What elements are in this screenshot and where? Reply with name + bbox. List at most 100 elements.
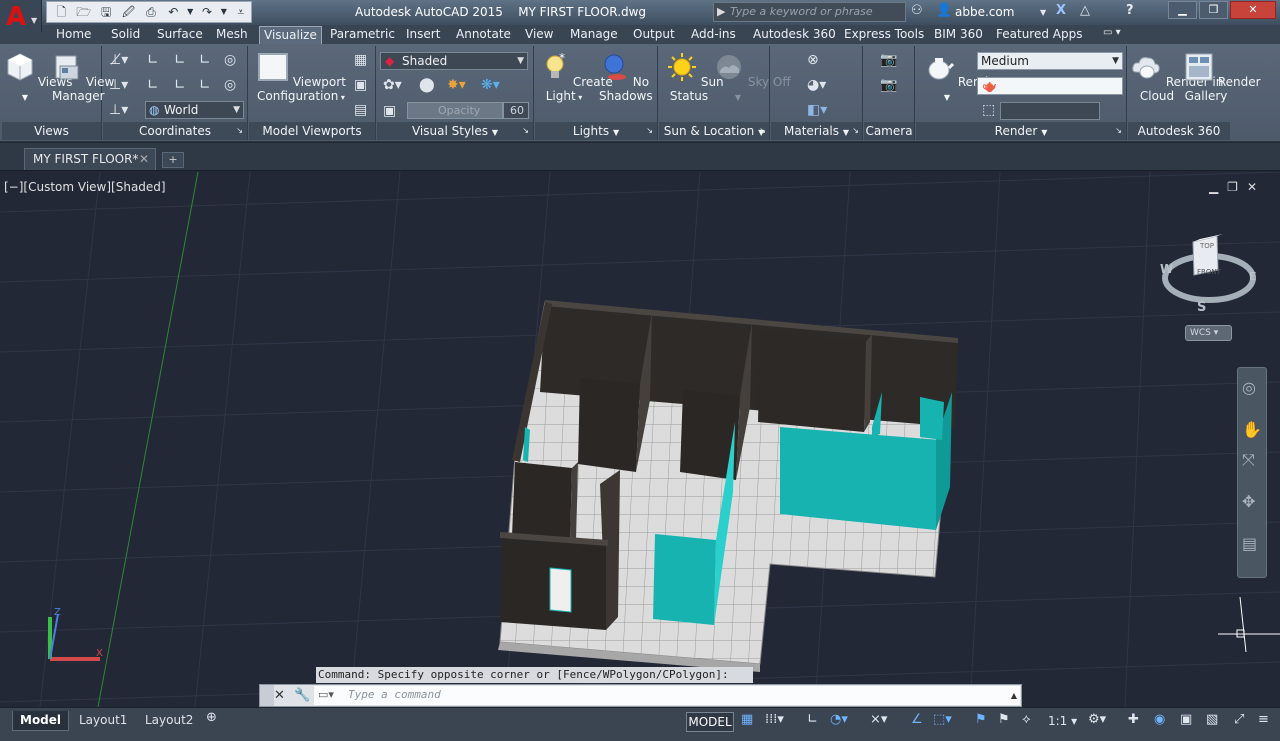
binoculars-icon[interactable]: ⚇	[911, 3, 923, 18]
document-tab[interactable]: MY FIRST FLOOR* ✕	[24, 148, 156, 170]
render-button[interactable]: Render▼	[924, 54, 1001, 105]
annotation-scale[interactable]: 1:1 ▾	[1048, 714, 1077, 728]
compass-south[interactable]: S	[1197, 300, 1206, 315]
tab-visualize[interactable]: Visualize	[259, 26, 322, 44]
view-manager-button[interactable]: View Manager	[52, 52, 114, 103]
tab-surface[interactable]: Surface	[157, 27, 203, 41]
user-icon[interactable]: 👤	[936, 3, 952, 18]
model-canvas[interactable]: X Z	[0, 172, 1280, 707]
camera-display-icon[interactable]: 📷	[880, 77, 897, 93]
steering-wheel-icon[interactable]: ◎	[1242, 378, 1256, 397]
compass-west[interactable]: W	[1160, 262, 1173, 276]
isodraft-icon[interactable]: ⨯▾	[870, 712, 887, 727]
application-menu-button[interactable]: A ▼	[0, 0, 42, 32]
user-name[interactable]: abbe.com	[955, 5, 1014, 19]
new-tab-icon[interactable]: +	[162, 152, 184, 168]
tab-output[interactable]: Output	[633, 27, 675, 41]
create-camera-icon[interactable]: 📷	[880, 52, 897, 68]
viewcube-front-label[interactable]: FRONT	[1197, 268, 1221, 276]
opacity-icon[interactable]: ▣	[383, 103, 396, 119]
settings-icon[interactable]: ⚙▾	[1088, 712, 1106, 727]
render-region-icon[interactable]: ⬚	[982, 102, 995, 118]
customize-qat-icon[interactable]: ⩡	[231, 3, 251, 21]
snap-icon[interactable]: ⁞⁞⁞▾	[765, 712, 784, 727]
orbit-icon[interactable]: ✥	[1242, 492, 1255, 511]
hardware-accel-icon[interactable]: ▣	[1180, 712, 1192, 727]
tab-express-tools[interactable]: Express Tools	[844, 27, 924, 41]
fullscreen-icon[interactable]: ⤢	[1234, 712, 1244, 727]
command-input[interactable]: ▭▾ Type a command	[314, 686, 1020, 705]
redo-icon[interactable]: ↷	[197, 3, 217, 21]
isolate-icon[interactable]: ◉	[1154, 712, 1165, 727]
tab-parametric[interactable]: Parametric	[330, 27, 395, 41]
grid-icon[interactable]: ▦	[741, 712, 753, 727]
maximize-icon[interactable]: ❐	[1199, 1, 1228, 19]
no-shadows-button[interactable]: No Shadows	[599, 52, 653, 103]
xray-icon[interactable]: ❋▾	[481, 77, 500, 93]
named-viewports-icon[interactable]: ▦	[354, 52, 367, 68]
print-icon[interactable]: ⎙	[141, 3, 161, 21]
exchange-apps-icon[interactable]: X	[1056, 3, 1066, 18]
tab-autodesk-360[interactable]: Autodesk 360	[753, 27, 836, 41]
visual-style-combo[interactable]: ◆ Shaded ▼	[380, 52, 528, 70]
open-icon[interactable]: 🗁	[73, 3, 93, 21]
annotation-icon[interactable]: ⟡	[1022, 712, 1031, 727]
render-resolution-field[interactable]	[1000, 102, 1100, 120]
ucs-combo[interactable]: ◍ World ▼	[145, 101, 244, 119]
help-icon[interactable]: ?	[1126, 3, 1134, 18]
restore-viewports-icon[interactable]: ▤	[354, 102, 367, 118]
osnap-icon[interactable]: ⬚▾	[933, 712, 952, 727]
viewcube[interactable]: TOP FRONT W E S WCS ▾	[1160, 230, 1260, 345]
face-style-icon[interactable]: ⬤	[419, 77, 435, 93]
create-light-button[interactable]: * Create Light ▾	[541, 51, 613, 105]
customize-command-icon[interactable]: 🔧	[294, 688, 310, 703]
tab-bim-360[interactable]: BIM 360	[934, 27, 983, 41]
layout-tab-layout1[interactable]: Layout1	[72, 711, 134, 731]
undo-dropdown-icon[interactable]: ▼	[186, 3, 195, 21]
command-history-toggle-icon[interactable]: ▲	[1011, 691, 1017, 700]
drawing-viewport[interactable]: X Z [−][Custom View][Shaded] ▁❐✕ TOP FRO…	[0, 172, 1280, 707]
join-viewports-icon[interactable]: ▣	[354, 77, 367, 93]
ucs-named-icon[interactable]: ⊥▾	[109, 102, 128, 118]
zoom-extents-icon[interactable]: ⤧	[1242, 450, 1255, 470]
tab-insert[interactable]: Insert	[406, 27, 440, 41]
otrack-icon[interactable]: ∠	[911, 712, 923, 727]
showmotion-icon[interactable]: ▤	[1242, 534, 1257, 553]
viewport-configuration-button[interactable]: Viewport Configuration ▾	[257, 52, 346, 105]
ucs-z-icon[interactable]: ∟	[199, 77, 211, 93]
layout-tab-layout2[interactable]: Layout2	[138, 711, 200, 731]
sun-status-button[interactable]: Sun Status	[667, 52, 724, 103]
tab-solid[interactable]: Solid	[111, 27, 140, 41]
search-input[interactable]: ▶ Type a keyword or phrase	[713, 2, 906, 22]
tab-add-ins[interactable]: Add-ins	[691, 27, 736, 41]
ortho-icon[interactable]: ∟	[807, 712, 818, 727]
close-icon[interactable]: ✕	[1230, 1, 1276, 19]
views-button[interactable]: Views ▼	[6, 52, 73, 105]
close-command-icon[interactable]: ✕	[274, 688, 285, 703]
viewport-window-controls[interactable]: ▁❐✕	[1209, 180, 1266, 194]
ribbon-minimize-icon[interactable]: ▭ ▾	[1103, 27, 1121, 38]
clean-screen-icon[interactable]: ▧	[1206, 712, 1218, 727]
save-icon[interactable]: 🖫	[96, 3, 116, 21]
render-in-cloud-button[interactable]: Render in Cloud	[1130, 52, 1223, 103]
materials-browser-icon[interactable]: ⊗	[807, 52, 819, 68]
ucs-origin-icon[interactable]: ⊥▾	[109, 77, 128, 93]
edge-effects-icon[interactable]: ✿▾	[383, 77, 402, 93]
opacity-value[interactable]: 60	[503, 102, 529, 119]
ucs-face-icon[interactable]: ∟	[199, 52, 211, 68]
viewcube-top-label[interactable]: TOP	[1200, 242, 1214, 250]
new-layout-icon[interactable]: ⊕	[206, 710, 217, 725]
model-space-button[interactable]: MODEL	[686, 712, 734, 732]
sky-off-button[interactable]: Sky Off ▼	[714, 52, 791, 105]
command-line-grip-icon[interactable]	[260, 685, 274, 706]
undo-icon[interactable]: ↶	[163, 3, 183, 21]
ucs-object-icon[interactable]: ∟	[174, 52, 186, 68]
ucs-world-icon[interactable]: ◎	[224, 52, 236, 68]
chevron-down-icon[interactable]: ▼	[1040, 8, 1046, 17]
tab-home[interactable]: Home	[56, 27, 91, 41]
pan-icon[interactable]: ✋	[1242, 420, 1262, 439]
layout-tab-model[interactable]: Model	[12, 711, 70, 731]
ucs-previous-icon[interactable]: ◎	[224, 77, 236, 93]
tab-annotate[interactable]: Annotate	[456, 27, 511, 41]
ucs-x-icon[interactable]: ∟	[147, 77, 159, 93]
